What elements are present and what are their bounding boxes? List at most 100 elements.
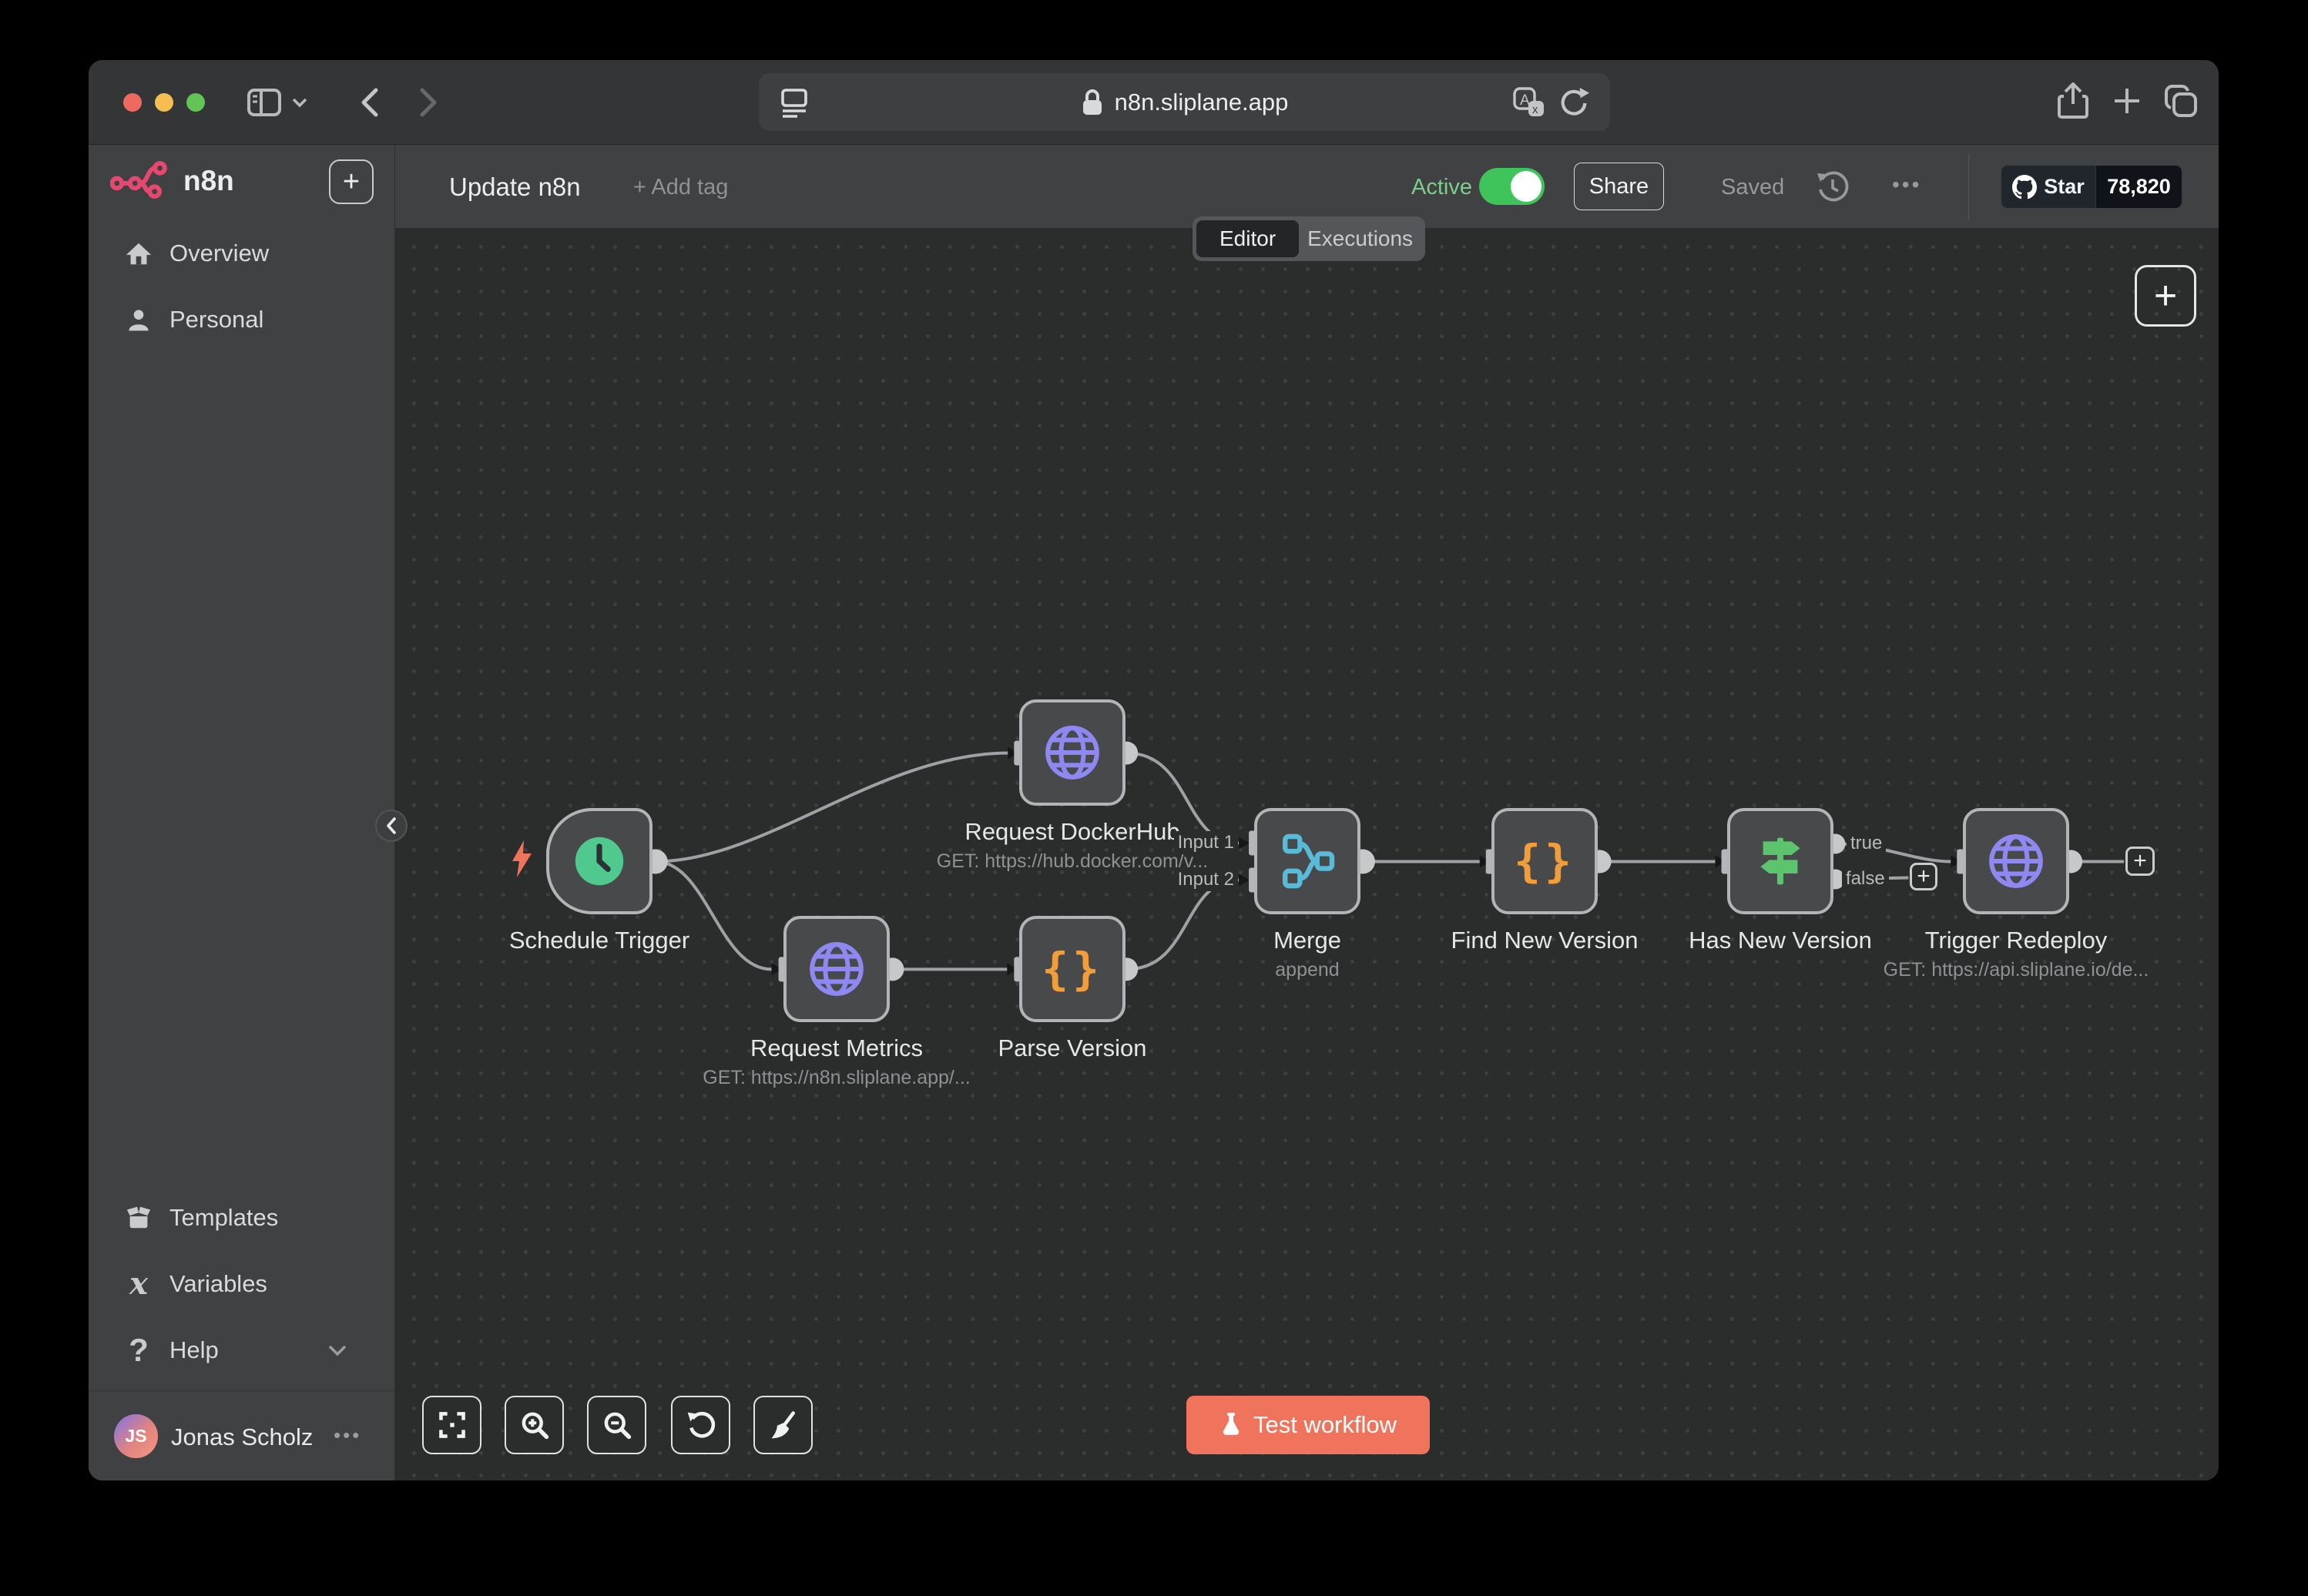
sidebar-item-templates[interactable]: Templates [89, 1198, 395, 1238]
merge-input1-label: Input 1 [1174, 831, 1238, 854]
user-icon [123, 304, 154, 335]
github-star-label: Star [2044, 175, 2085, 199]
history-icon[interactable] [1816, 169, 1850, 203]
node-merge[interactable]: Merge append [1254, 808, 1360, 914]
clock-icon [569, 830, 630, 892]
signpost-icon [1749, 830, 1811, 892]
sidebar-item-label: Templates [169, 1204, 278, 1232]
sidebar: n8n + Overview Personal Templates x Vari… [89, 145, 395, 1480]
more-options-button[interactable]: ••• [1892, 173, 1921, 197]
sidebar-toggle-icon[interactable] [247, 85, 282, 120]
page-format-icon[interactable] [777, 86, 811, 119]
saved-status: Saved [1721, 175, 1784, 200]
variables-icon: x [123, 1269, 154, 1299]
header-divider [1968, 154, 1969, 219]
node-label: Parse Version [998, 1034, 1147, 1062]
url-text: n8n.sliplane.app [1115, 89, 1289, 116]
node-subtitle: GET: https://api.sliplane.io/de... [1884, 959, 2149, 981]
add-node-false-branch-button[interactable]: + [1910, 863, 1937, 890]
globe-icon [1983, 828, 2049, 894]
active-label: Active [1411, 175, 1472, 200]
zoom-in-button[interactable] [505, 1396, 564, 1454]
github-star-count: 78,820 [2095, 166, 2182, 208]
view-tabs: Editor Executions [1193, 216, 1425, 261]
browser-chrome: n8n.sliplane.app Ax [89, 60, 2219, 145]
node-has-new-version[interactable]: Has New Version [1727, 808, 1833, 914]
tab-overview-icon[interactable] [2163, 83, 2199, 119]
sidebar-item-label: Variables [169, 1270, 267, 1298]
node-schedule-trigger[interactable]: Schedule Trigger [546, 808, 652, 914]
help-question-icon: ? [123, 1335, 154, 1366]
sidebar-item-label: Overview [169, 240, 269, 267]
node-request-dockerhub[interactable]: Request DockerHub GET: https://hub.docke… [1019, 699, 1125, 806]
globe-icon [1039, 719, 1105, 786]
desktop: n8n.sliplane.app Ax n8n + Ov [0, 0, 2308, 1596]
sidebar-item-label: Personal [169, 306, 263, 334]
workflow-title[interactable]: Update n8n [449, 173, 581, 202]
node-label: Merge [1273, 927, 1341, 954]
github-star-button[interactable]: Star [2001, 166, 2095, 208]
sidebar-item-personal[interactable]: Personal [89, 300, 395, 340]
code-braces-icon: {} [1042, 943, 1103, 995]
back-button[interactable] [352, 85, 387, 120]
traffic-light-minimize[interactable] [155, 93, 173, 112]
tab-executions[interactable]: Executions [1299, 226, 1421, 251]
forward-button[interactable] [411, 85, 446, 120]
node-parse-version[interactable]: {} Parse Version [1019, 916, 1125, 1022]
reset-zoom-button[interactable] [671, 1396, 730, 1454]
translate-icon[interactable]: Ax [1513, 87, 1545, 118]
traffic-light-zoom[interactable] [186, 93, 205, 112]
add-node-after-redeploy-button[interactable]: + [2125, 847, 2155, 876]
test-workflow-label: Test workflow [1253, 1411, 1397, 1439]
merge-input2-label: Input 2 [1174, 868, 1238, 891]
add-workflow-button[interactable]: + [329, 159, 374, 204]
templates-box-icon [123, 1202, 154, 1233]
node-subtitle: append [1275, 959, 1339, 981]
node-label: Has New Version [1689, 927, 1872, 954]
node-label: Find New Version [1451, 927, 1639, 954]
tidy-up-button[interactable] [753, 1396, 813, 1454]
node-request-metrics[interactable]: Request Metrics GET: https://n8n.sliplan… [783, 916, 890, 1022]
browser-window: n8n.sliplane.app Ax n8n + Ov [89, 60, 2219, 1480]
share-page-icon[interactable] [2055, 83, 2091, 119]
node-trigger-redeploy[interactable]: Trigger Redeploy GET: https://api.slipla… [1963, 808, 2069, 914]
node-label: Schedule Trigger [509, 927, 689, 954]
sidebar-item-variables[interactable]: x Variables [89, 1264, 395, 1304]
workflow-canvas[interactable]: Schedule Trigger Request DockerHub GET: … [395, 228, 2219, 1480]
add-tag-button[interactable]: + Add tag [633, 175, 728, 200]
tab-editor[interactable]: Editor [1196, 220, 1299, 257]
github-star-widget[interactable]: Star 78,820 [2001, 165, 2182, 209]
trigger-bolt-icon [511, 840, 534, 877]
new-tab-icon[interactable] [2109, 83, 2145, 119]
fit-view-button[interactable] [422, 1396, 481, 1454]
node-label: Request Metrics [750, 1034, 923, 1062]
user-name: Jonas Scholz [171, 1423, 313, 1451]
toggle-knob [1511, 171, 1541, 202]
active-toggle[interactable] [1479, 168, 1545, 205]
sidebar-item-label: Help [169, 1336, 219, 1364]
n8n-logo-icon [110, 160, 176, 200]
traffic-light-close[interactable] [123, 93, 142, 112]
sidebar-chevron-icon[interactable] [290, 85, 309, 120]
node-label: Request DockerHub [964, 818, 1179, 846]
node-find-new-version[interactable]: {} Find New Version [1491, 808, 1598, 914]
zoom-out-button[interactable] [587, 1396, 646, 1454]
sidebar-collapse-button[interactable] [375, 810, 408, 842]
sidebar-item-help[interactable]: ? Help [89, 1330, 395, 1370]
home-icon [123, 238, 154, 269]
sidebar-item-overview[interactable]: Overview [89, 233, 395, 273]
avatar[interactable]: JS [114, 1414, 158, 1458]
address-bar[interactable]: n8n.sliplane.app Ax [759, 73, 1610, 131]
globe-icon [803, 936, 870, 1002]
reload-icon[interactable] [1558, 86, 1590, 119]
test-workflow-button[interactable]: Test workflow [1186, 1396, 1430, 1454]
add-node-button[interactable]: + [2135, 265, 2196, 327]
sidebar-divider [89, 1390, 395, 1391]
user-menu-button[interactable]: ••• [334, 1423, 361, 1447]
node-subtitle: GET: https://n8n.sliplane.app/... [703, 1067, 970, 1089]
if-false-label: false [1842, 867, 1889, 890]
merge-icon [1276, 830, 1338, 892]
share-button[interactable]: Share [1574, 163, 1664, 210]
node-label: Trigger Redeploy [1925, 927, 2108, 954]
flask-icon [1219, 1412, 1243, 1438]
